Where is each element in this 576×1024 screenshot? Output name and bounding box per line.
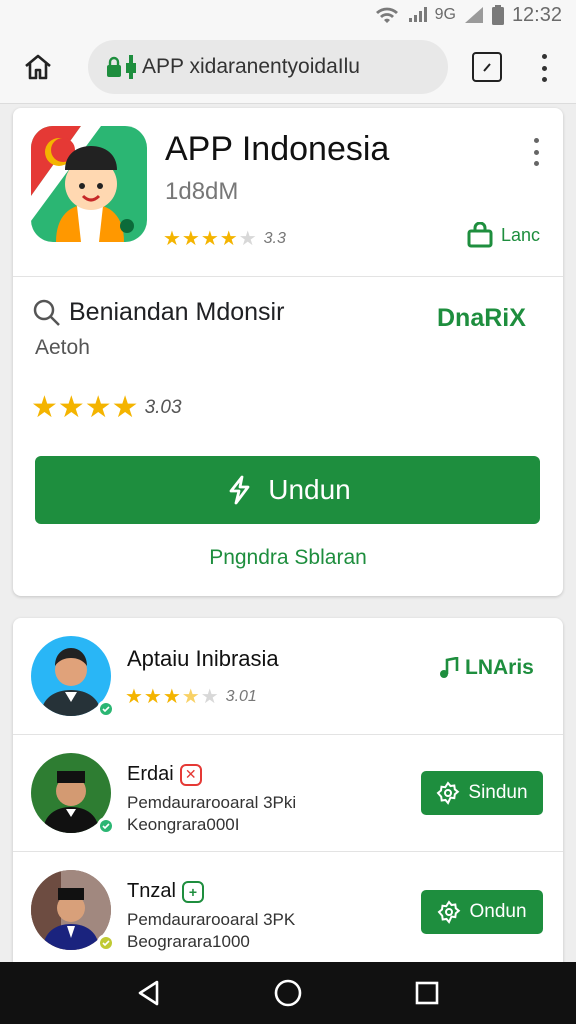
big-rating: ★★★★ 3.03 — [31, 390, 182, 425]
home-circle-icon[interactable] — [266, 971, 310, 1015]
list-item[interactable]: Erdai ✕ Pemdaurarooaral 3Pki Keongrara00… — [13, 735, 563, 851]
list-item-meta: Keongrara000I — [127, 815, 240, 834]
install-button[interactable]: Ondun — [421, 890, 543, 934]
signal-icon-2 — [464, 6, 484, 24]
gear-icon — [438, 900, 461, 924]
recents-icon[interactable] — [405, 971, 449, 1015]
list-item-title-row: Tnzal + — [127, 880, 204, 903]
app-icon — [31, 126, 147, 242]
list-item-link-label: LNAris — [465, 656, 534, 679]
app-card: APP Indonesia 1d8dM ★★★★★ 3.3 Lanc Benia… — [13, 108, 563, 596]
store-link-label: Lanc — [501, 224, 541, 245]
rating-count: 3.01 — [225, 687, 257, 705]
url-text: APP xidaranentyoidaIlu — [142, 55, 360, 78]
big-star-rating: ★★★★ — [31, 391, 139, 424]
signal-icon — [407, 6, 427, 24]
star-rating: ★★★★★ — [163, 228, 258, 250]
list-item-meta: Beograrara1000 — [127, 932, 250, 951]
details-link[interactable]: DnaRiX — [437, 304, 526, 333]
system-nav-bar — [0, 962, 576, 1024]
verified-icon — [97, 817, 115, 835]
rating-count: 3.3 — [263, 229, 286, 247]
gear-icon — [436, 781, 460, 805]
download-icon — [229, 475, 250, 505]
download-button[interactable]: Undun — [35, 456, 540, 524]
install-button[interactable]: Sindun — [421, 771, 543, 815]
divider — [13, 276, 563, 277]
related-list: Aptaiu Inibrasia ★★★★★ 3.01 LNAris Erdai… — [13, 618, 563, 968]
big-rating-count: 3.03 — [144, 396, 182, 418]
wifi-icon — [375, 6, 399, 24]
secondary-link[interactable]: Pngndra Sblaran — [13, 546, 563, 570]
network-type: 9G — [434, 6, 456, 23]
tabs-icon — [483, 63, 491, 72]
search-title: Beniandan Mdonsir — [69, 298, 285, 326]
install-label: Ondun — [469, 901, 527, 922]
card-more-icon[interactable] — [531, 138, 541, 166]
list-item-rating: ★★★★★ 3.01 — [125, 684, 257, 709]
tag-icon: ✕ — [179, 763, 202, 786]
app-rating: ★★★★★ 3.3 — [163, 226, 286, 251]
address-bar[interactable]: APP xidaranentyoidaIlu — [88, 40, 448, 94]
list-item-title: Tnzal — [127, 880, 176, 902]
list-item-desc: Pemdaurarooaral 3Pki — [127, 793, 297, 812]
back-icon[interactable] — [127, 971, 171, 1015]
status-bar: 9G 12:32 — [0, 0, 576, 30]
lock-icon — [106, 55, 136, 79]
home-button[interactable] — [20, 50, 56, 84]
sub-label: Aetoh — [35, 336, 90, 359]
download-label: Undun — [268, 474, 351, 505]
search-icon — [33, 299, 60, 326]
bag-icon — [467, 222, 493, 248]
list-item-title: Aptaiu Inibrasia — [127, 646, 279, 671]
battery-icon — [491, 5, 504, 25]
app-title: APP Indonesia — [165, 130, 390, 168]
tag-icon: + — [181, 880, 204, 903]
search-row: Beniandan Mdonsir — [33, 298, 284, 327]
home-icon — [25, 54, 51, 80]
verified-icon — [97, 934, 115, 952]
music-note-icon — [440, 657, 459, 678]
verified-icon — [97, 700, 115, 718]
clock: 12:32 — [511, 3, 562, 26]
list-item[interactable]: Tnzal + Pemdaurarooaral 3PK Beograrara10… — [13, 852, 563, 968]
tabs-button[interactable] — [472, 52, 502, 82]
app-size: 1d8dM — [165, 178, 239, 205]
install-label: Sindun — [468, 782, 528, 803]
star-rating: ★★★★★ — [125, 686, 220, 708]
store-link[interactable]: Lanc — [467, 222, 540, 248]
list-item[interactable]: Aptaiu Inibrasia ★★★★★ 3.01 LNAris — [13, 618, 563, 734]
list-item-title-row: Erdai ✕ — [127, 763, 202, 786]
browser-toolbar: APP xidaranentyoidaIlu — [0, 30, 576, 104]
list-item-desc: Pemdaurarooaral 3PK — [127, 910, 296, 929]
list-item-title: Erdai — [127, 763, 174, 785]
list-item-link[interactable]: LNAris — [439, 656, 534, 680]
more-icon[interactable] — [530, 50, 558, 86]
